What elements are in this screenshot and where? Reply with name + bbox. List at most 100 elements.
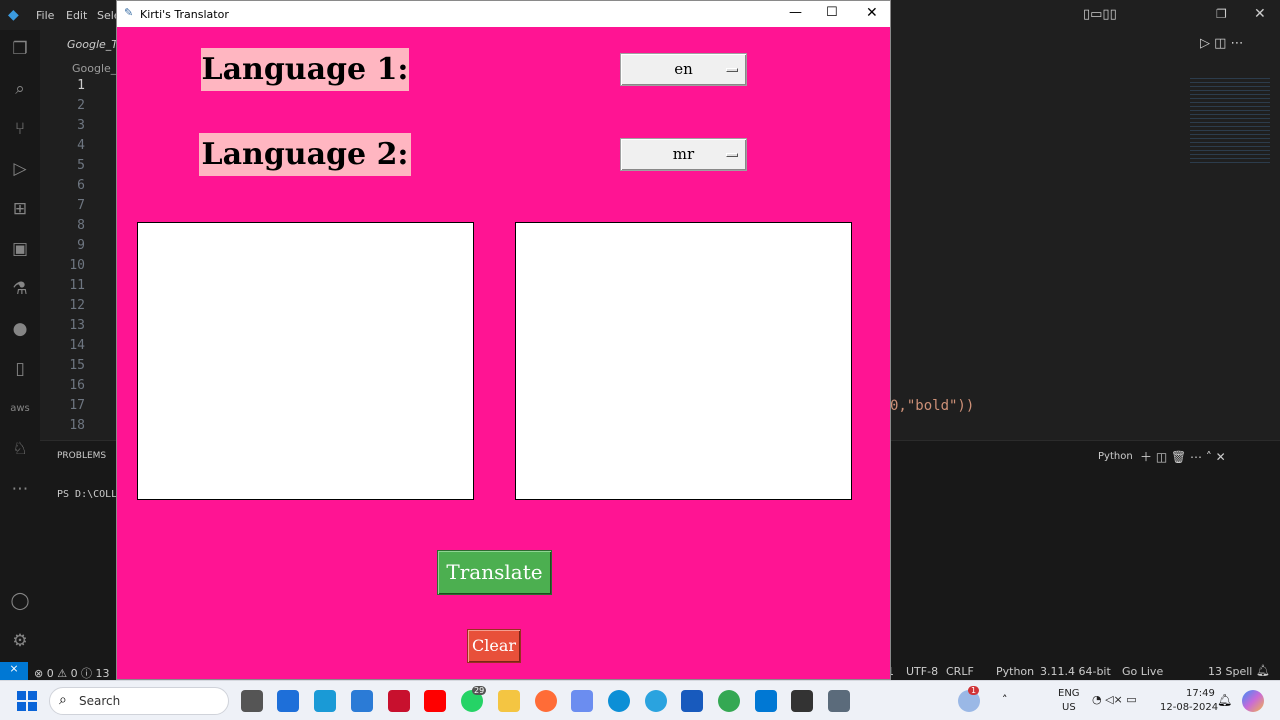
close-icon[interactable]: ✕ xyxy=(866,5,878,21)
line-number: 3 xyxy=(77,118,85,133)
start-icon[interactable] xyxy=(17,691,37,711)
line-number: 7 xyxy=(77,198,85,213)
menu-edit[interactable]: Edit xyxy=(66,9,87,22)
menu-file[interactable]: File xyxy=(36,9,54,22)
line-number: 12 xyxy=(69,298,85,313)
run-debug-icon[interactable]: ▷ xyxy=(9,158,31,180)
account-icon[interactable]: ◯ xyxy=(9,590,31,612)
settings-gear-icon[interactable]: ⚙ xyxy=(9,630,31,652)
tab-problems[interactable]: PROBLEMS xyxy=(57,451,106,461)
line-number: 9 xyxy=(77,238,85,253)
window-title: Kirti's Translator xyxy=(140,8,229,21)
interpreter-status[interactable]: 3.11.4 64-bit xyxy=(1040,665,1111,678)
translated-text-output[interactable] xyxy=(515,222,852,500)
media-app-icon[interactable] xyxy=(791,690,813,712)
more-icon[interactable]: ⋯ xyxy=(9,478,31,500)
line-number: 16 xyxy=(69,378,85,393)
source-text-input[interactable] xyxy=(137,222,474,500)
minimize-icon[interactable]: — xyxy=(789,5,802,20)
cloud-icon[interactable]: ♘ xyxy=(9,438,31,460)
line-number: 8 xyxy=(77,218,85,233)
snipping-tool-icon[interactable] xyxy=(571,690,593,712)
github-icon[interactable]: ● xyxy=(9,318,31,340)
translate-button[interactable]: Translate xyxy=(437,550,552,595)
source-control-icon[interactable]: ⑂ xyxy=(9,118,31,140)
tray-chevron-icon[interactable]: ˄ xyxy=(1002,693,1008,706)
copilot-icon[interactable] xyxy=(1242,690,1264,712)
close-window-icon[interactable]: ✕ xyxy=(1254,6,1266,22)
spell-status[interactable]: 13 Spell xyxy=(1208,665,1252,678)
remote-indicator[interactable]: ⨯ xyxy=(0,662,28,680)
translator-window: ✎ Kirti's Translator — ☐ ✕ Language 1: L… xyxy=(116,0,891,680)
store-icon[interactable] xyxy=(277,690,299,712)
vscode-icon[interactable] xyxy=(755,690,777,712)
clear-button[interactable]: Clear xyxy=(467,629,521,663)
python-app-icon[interactable] xyxy=(351,690,373,712)
minimap xyxy=(1190,75,1270,165)
restore-window-icon[interactable]: ❐ xyxy=(1216,7,1227,21)
run-icon[interactable]: ▷ ◫ ⋯ xyxy=(1200,36,1244,51)
search-icon[interactable]: ⌕ xyxy=(9,78,31,100)
activity-bar: ❐ ⌕ ⑂ ▷ ⊞ ▣ ⚗ ● ▯ aws ♘ ⋯ ◯ ⚙ xyxy=(0,30,40,662)
line-number: 18 xyxy=(69,418,85,433)
lang-indicator-2[interactable]: US xyxy=(1062,702,1076,713)
line-number: 17 xyxy=(69,398,85,413)
postman-icon[interactable] xyxy=(535,690,557,712)
windows-taskbar: ⌕ Search 29 1 ˄ ENG US ◔ ◁× ▭ 17:49 12-0… xyxy=(0,680,1280,720)
language1-label: Language 1: xyxy=(201,48,409,91)
mcafee-icon[interactable] xyxy=(388,690,410,712)
chrome-icon[interactable] xyxy=(718,690,740,712)
search-placeholder: Search xyxy=(79,694,121,708)
clock-date[interactable]: 12-08-2024 xyxy=(1160,702,1218,713)
telegram-icon[interactable] xyxy=(645,690,667,712)
notifications-icon[interactable]: 🔔︎ xyxy=(1256,664,1270,677)
bookmark-icon[interactable]: ▯ xyxy=(9,358,31,380)
layout-toggle-icon[interactable]: ▯▭▯▯ xyxy=(1083,7,1117,22)
line-number: 15 xyxy=(69,358,85,373)
mysql-icon[interactable] xyxy=(314,690,336,712)
terminal-prompt: PS D:\COLL xyxy=(57,489,118,500)
feather-icon: ✎ xyxy=(124,6,134,19)
panel-controls-icon[interactable]: ＋ ◫ 🗑 ⋯ ˄ ✕ xyxy=(1140,448,1226,465)
golive-status[interactable]: Go Live xyxy=(1122,665,1163,678)
line-number: 1 xyxy=(77,78,85,93)
aws-icon[interactable]: aws xyxy=(9,398,31,420)
notification-bell-icon[interactable]: 🔔︎ xyxy=(1217,693,1232,707)
edge-icon[interactable] xyxy=(608,690,630,712)
lang-indicator-1[interactable]: ENG xyxy=(1058,688,1080,699)
extensions-icon[interactable]: ⊞ xyxy=(9,198,31,220)
youtube-icon[interactable] xyxy=(424,690,446,712)
network-sound-battery-icon[interactable]: ◔ ◁× ▭ xyxy=(1092,693,1137,706)
dropdown-indicator-icon xyxy=(726,68,738,72)
line-number: 6 xyxy=(77,178,85,193)
language2-value: mr xyxy=(672,145,695,163)
task-view-icon[interactable] xyxy=(241,690,263,712)
testing-icon[interactable]: ⚗ xyxy=(9,278,31,300)
remote-explorer-icon[interactable]: ▣ xyxy=(9,238,31,260)
translator-titlebar: ✎ Kirti's Translator — ☐ ✕ xyxy=(117,1,890,27)
line-number: 4 xyxy=(77,138,85,153)
terminal-shell-label[interactable]: Python xyxy=(1098,451,1133,462)
line-number: 5 xyxy=(77,158,85,173)
line-number: 14 xyxy=(69,338,85,353)
dropdown-indicator-icon xyxy=(726,153,738,157)
word-icon[interactable] xyxy=(681,690,703,712)
explorer-icon[interactable]: ❐ xyxy=(9,38,31,60)
language2-label: Language 2: xyxy=(199,133,411,176)
line-number: 10 xyxy=(69,258,85,273)
tk-app-icon[interactable] xyxy=(828,690,850,712)
encoding-status[interactable]: UTF-8 xyxy=(906,665,938,678)
clock-time[interactable]: 17:49 xyxy=(1186,688,1215,699)
taskbar-search[interactable]: ⌕ Search xyxy=(49,687,229,715)
maximize-icon[interactable]: ☐ xyxy=(826,5,838,20)
line-number: 2 xyxy=(77,98,85,113)
language1-dropdown[interactable]: en xyxy=(620,53,747,86)
language-status[interactable]: Python xyxy=(996,665,1034,678)
code-text: 0,"bold")) xyxy=(890,398,975,414)
problems-status[interactable]: ⊗ 0 ⚠ 0 ⓘ 13 xyxy=(34,665,110,681)
search-icon: ⌕ xyxy=(59,692,67,708)
file-explorer-icon[interactable] xyxy=(498,690,520,712)
eol-status[interactable]: CRLF xyxy=(946,665,974,678)
line-number: 13 xyxy=(69,318,85,333)
language2-dropdown[interactable]: mr xyxy=(620,138,747,171)
